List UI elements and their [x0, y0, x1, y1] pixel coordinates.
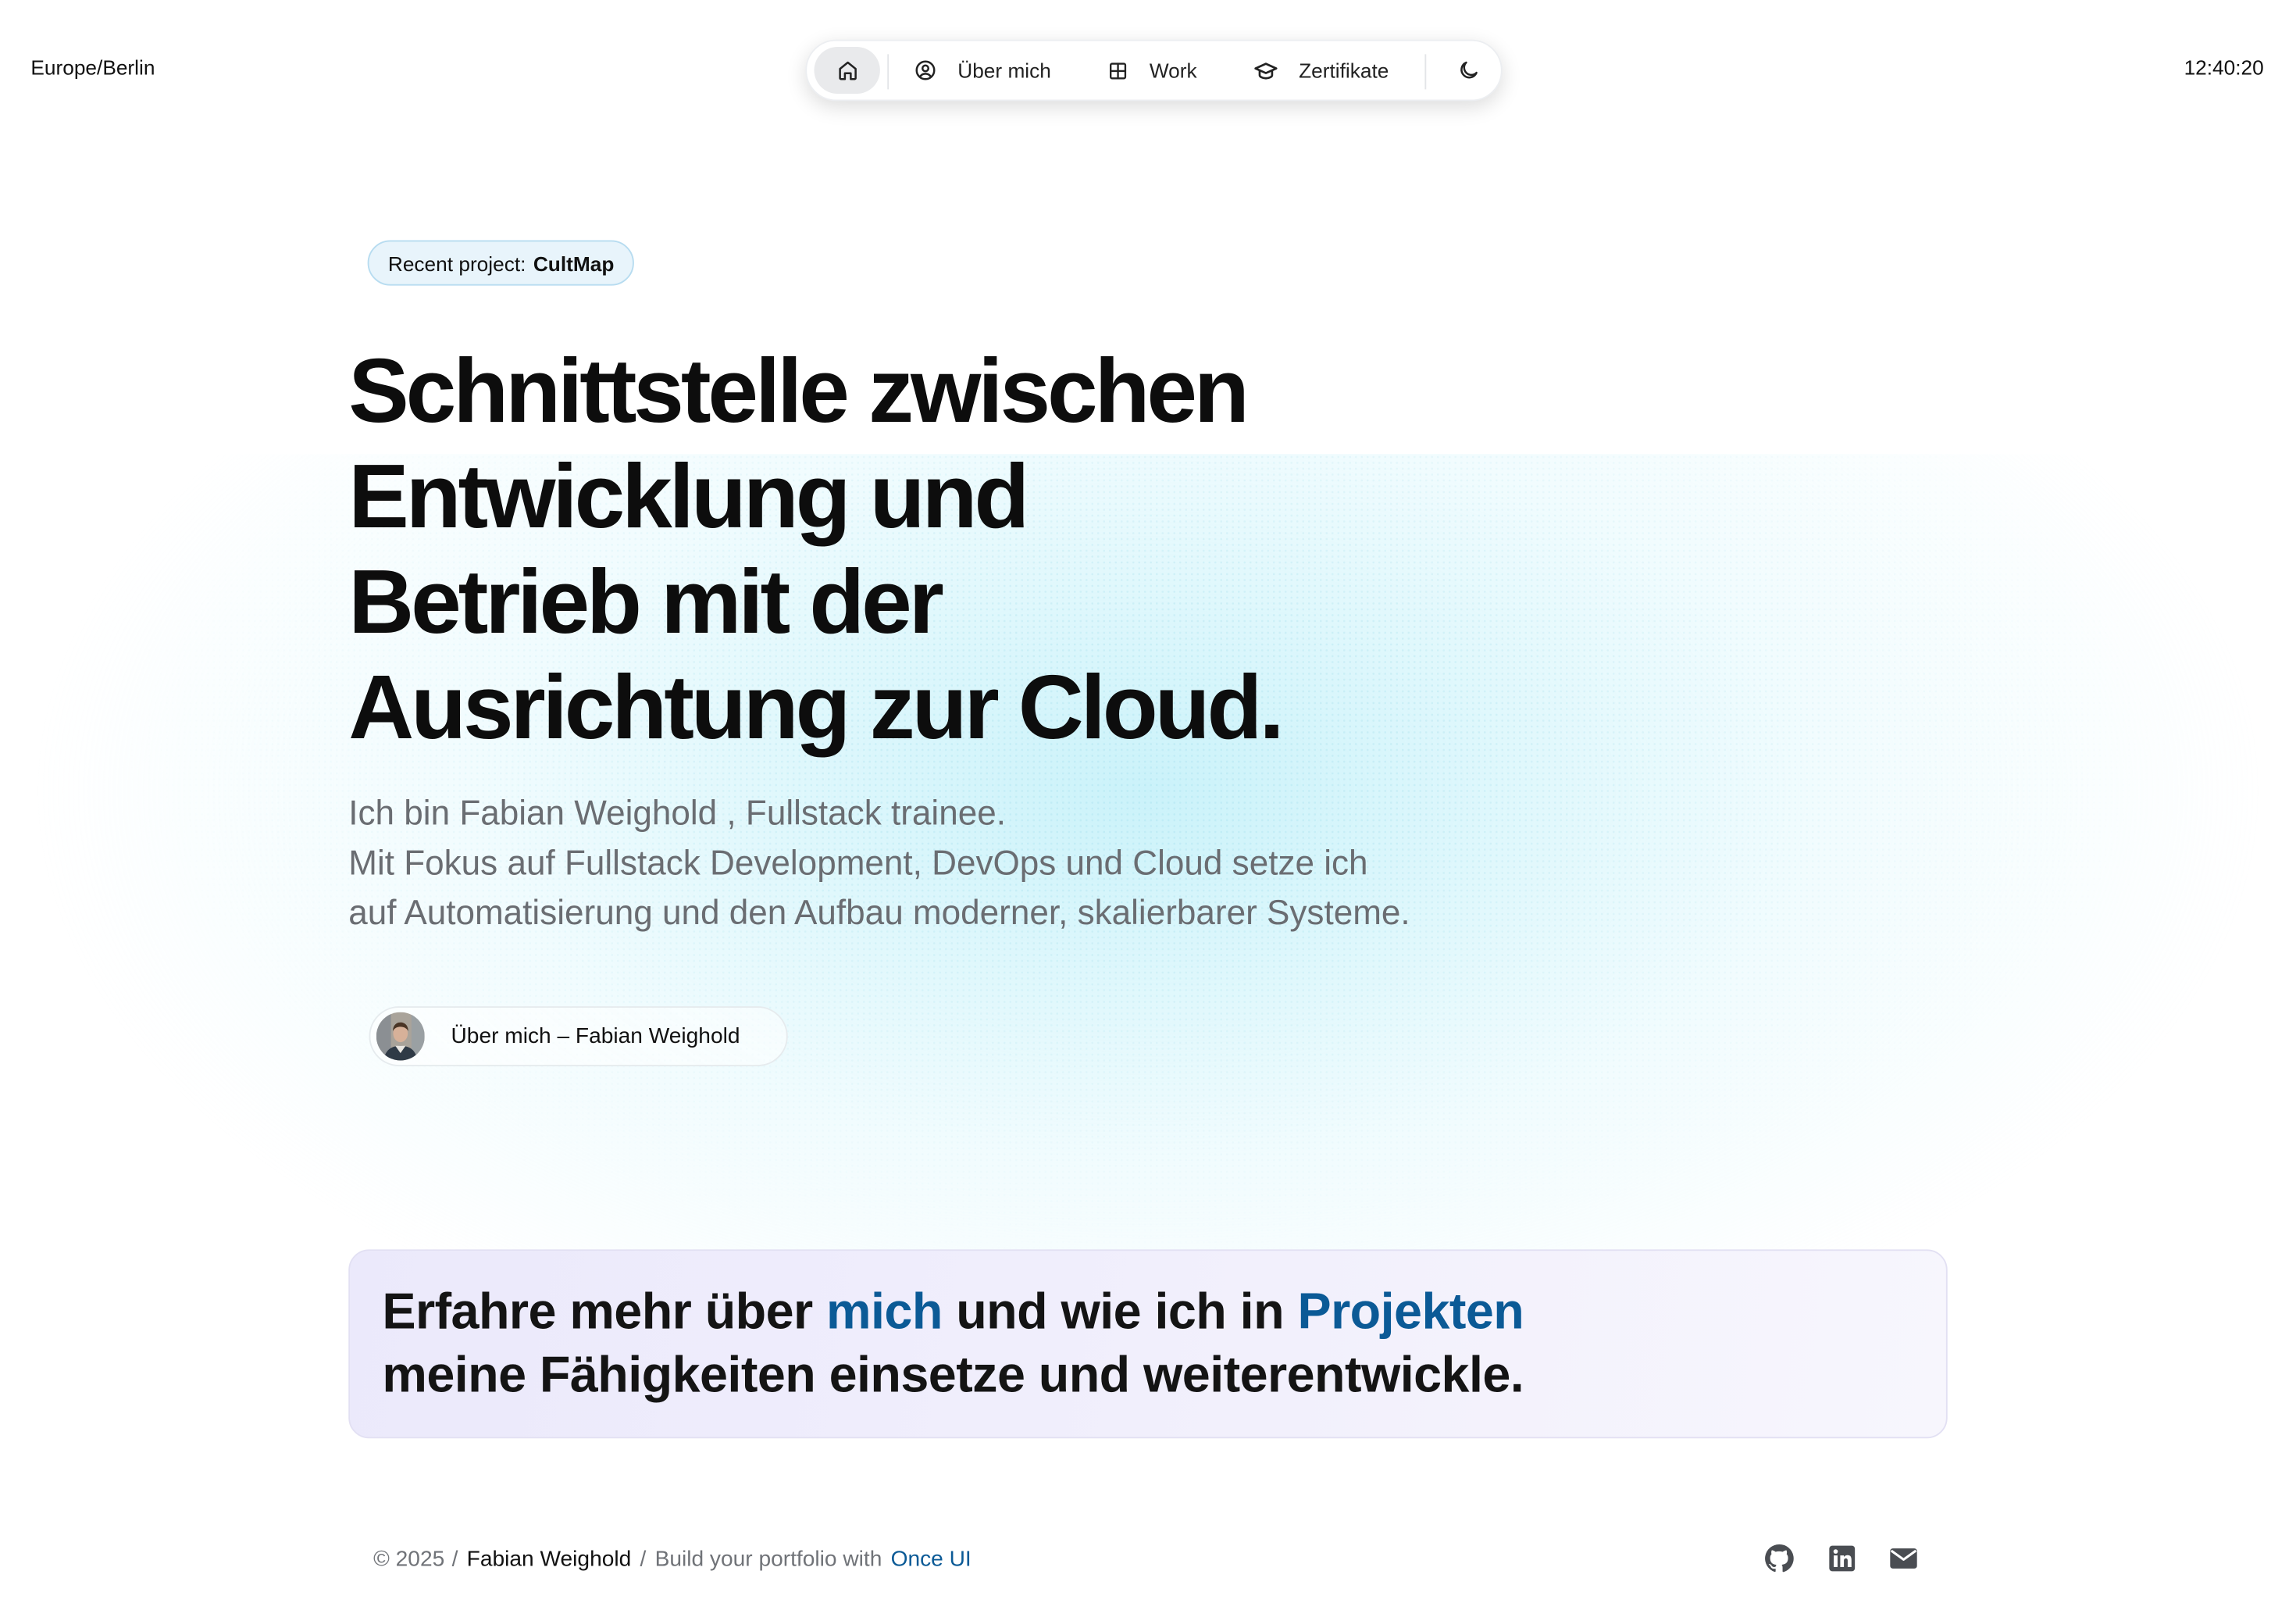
about-me-button[interactable]: Über mich – Fabian Weighold: [369, 1006, 788, 1066]
footer-separator: /: [640, 1546, 647, 1571]
footer-once-ui-link[interactable]: Once UI: [891, 1546, 972, 1571]
linkedin-link[interactable]: [1824, 1541, 1859, 1576]
clock: 12:40:20: [2184, 55, 2264, 80]
cta-link-mich[interactable]: mich: [826, 1284, 943, 1340]
timezone-label: Europe/Berlin: [30, 55, 155, 80]
nav-home-button[interactable]: [814, 47, 880, 94]
moon-icon: [1460, 61, 1478, 79]
footer-separator: /: [451, 1546, 458, 1571]
email-link[interactable]: [1886, 1541, 1921, 1576]
footer-build-text: Build your portfolio with: [654, 1546, 882, 1571]
page: Europe/Berlin 12:40:20 Über mich Work Ze…: [0, 0, 2296, 1603]
grid-icon: [1110, 62, 1127, 79]
intro-line: Mit Fokus auf Fullstack Development, Dev…: [348, 844, 1368, 882]
home-icon: [838, 61, 856, 80]
nav-item-zertifikate[interactable]: Zertifikate: [1253, 47, 1389, 94]
cta-text-part: Erfahre mehr über: [382, 1284, 813, 1341]
nav-divider: [887, 54, 890, 90]
linkedin-icon: [1829, 1545, 1856, 1572]
recent-project-badge[interactable]: Recent project: CultMap: [367, 240, 635, 286]
github-link[interactable]: [1762, 1541, 1797, 1576]
user-circle-icon: [915, 60, 936, 80]
about-cta-card: Erfahre mehr über mich und wie ich in Pr…: [348, 1249, 1948, 1439]
intro-line: Ich bin Fabian Weighold , Fullstack trai…: [348, 794, 1006, 832]
footer: © 2025 / Fabian Weighold / Build your po…: [373, 1542, 972, 1574]
theme-toggle-button[interactable]: [1446, 47, 1492, 94]
cta-text-line-2: meine Fähigkeiten einsetze und weiterent…: [382, 1348, 1524, 1404]
avatar: [376, 1012, 425, 1061]
github-icon: [1765, 1544, 1794, 1573]
nav-item-ueber-mich[interactable]: Über mich: [914, 47, 1051, 94]
headline-line: Entwicklung und: [348, 446, 1029, 548]
top-navigation: Über mich Work Zertifikate: [805, 39, 1503, 102]
badge-prefix: Recent project:: [387, 251, 526, 275]
headline-line: Betrieb mit der: [348, 552, 944, 654]
headline-line: Schnittstelle zwischen: [348, 341, 1250, 443]
graduation-cap-icon: [1254, 62, 1278, 79]
cta-text-part: und wie ich in: [956, 1284, 1285, 1341]
nav-divider: [1424, 54, 1427, 90]
cta-link-projekten[interactable]: Projekten: [1297, 1284, 1524, 1340]
cta-text: Erfahre mehr über mich und wie ich in Pr…: [382, 1282, 1524, 1408]
badge-project-name: CultMap: [533, 251, 615, 275]
headline-line: Ausrichtung zur Cloud.: [348, 657, 1285, 759]
intro-line: auf Automatisierung und den Aufbau moder…: [348, 893, 1410, 932]
about-me-label: Über mich – Fabian Weighold: [451, 1023, 740, 1049]
nav-item-label: Work: [1149, 59, 1197, 82]
nav-item-work[interactable]: Work: [1107, 47, 1197, 94]
footer-copyright: © 2025: [373, 1546, 445, 1571]
nav-item-label: Über mich: [957, 59, 1051, 82]
hero-headline: Schnittstelle zwischen Entwicklung und B…: [348, 340, 1461, 762]
hero-intro: Ich bin Fabian Weighold , Fullstack trai…: [348, 788, 1608, 937]
footer-owner-name: Fabian Weighold: [466, 1546, 632, 1571]
email-icon: [1890, 1548, 1917, 1569]
nav-item-label: Zertifikate: [1299, 59, 1389, 82]
